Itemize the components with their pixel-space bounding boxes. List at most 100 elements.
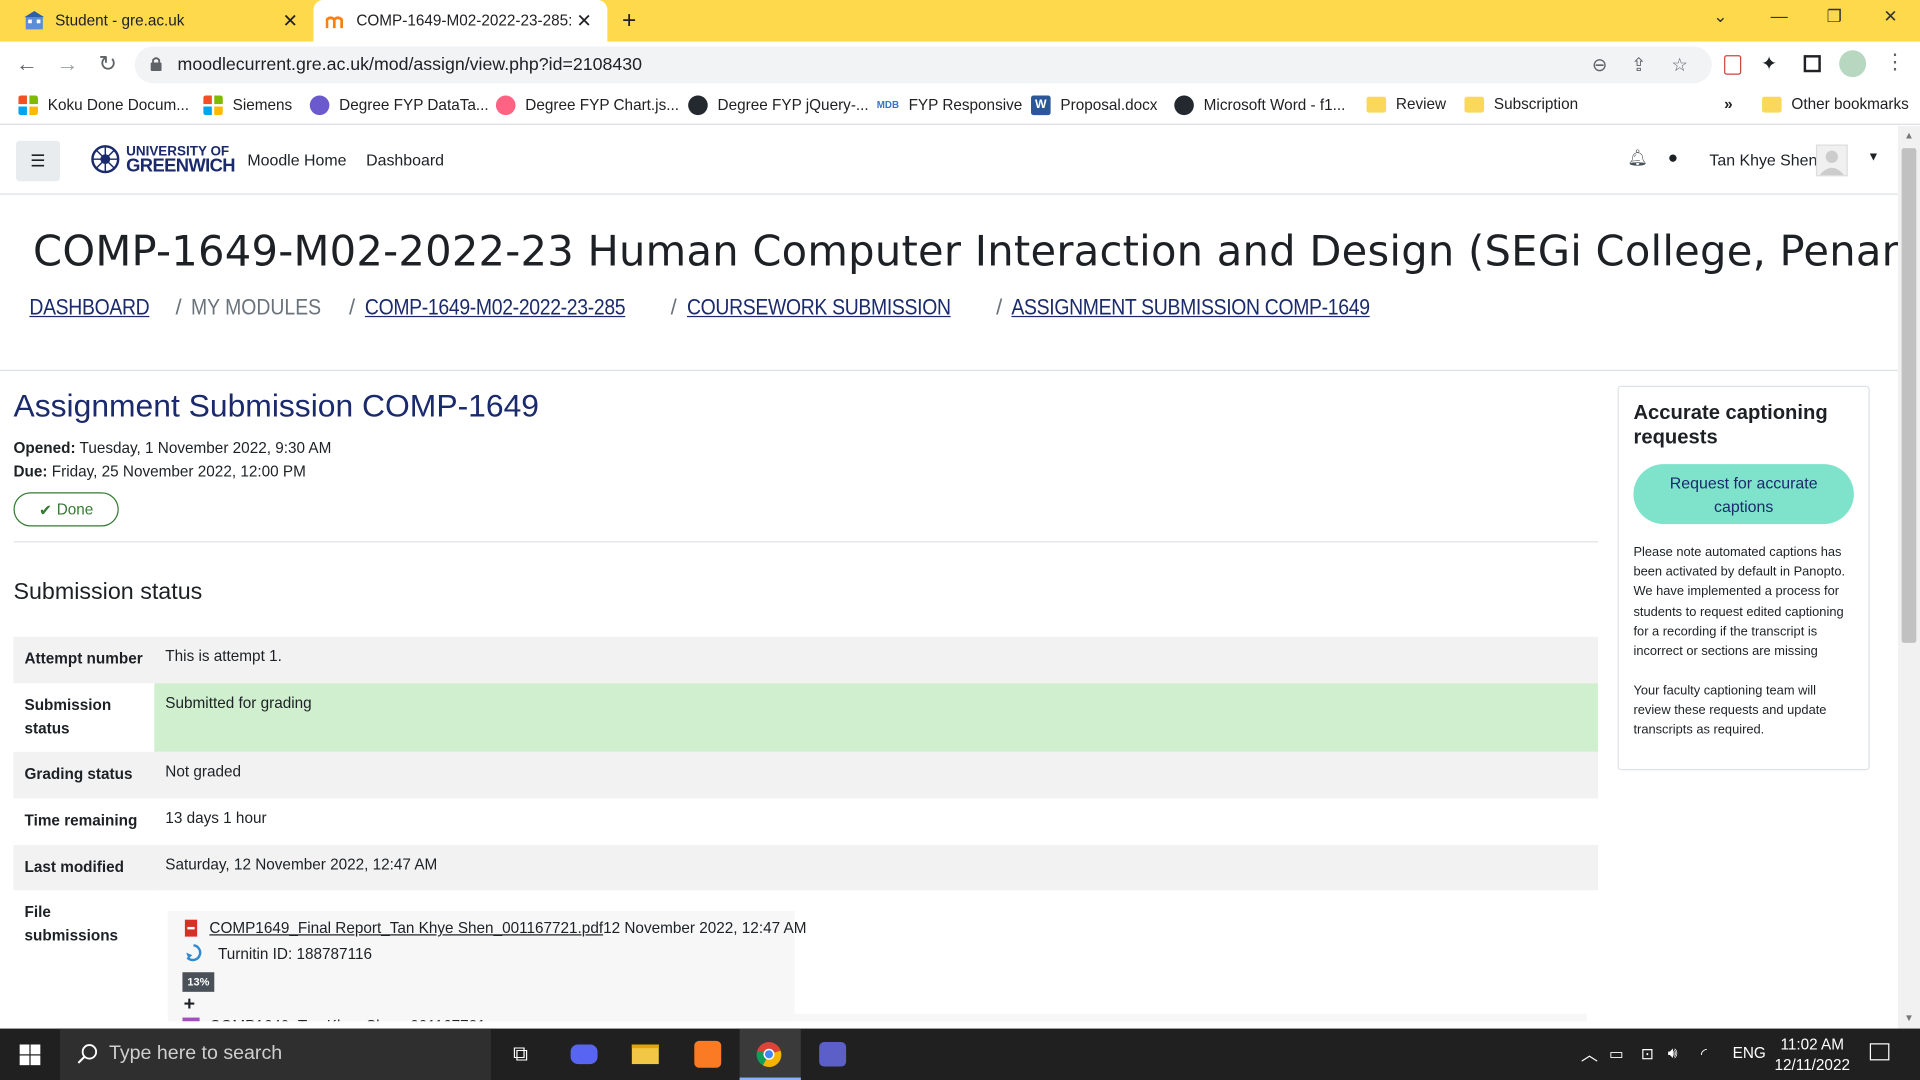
network-device-icon[interactable]: ⊡	[1641, 1044, 1654, 1063]
turnitin-id: Turnitin ID: 188787116	[217, 945, 372, 963]
moodle-navbar: ☰ UNIVERSITY OF GREENWICH Moodle Home Da…	[0, 126, 1898, 195]
extension-note-icon[interactable]	[1724, 55, 1742, 75]
github-icon	[1174, 95, 1194, 116]
bookmark-item[interactable]: Microsoft Word - f1...	[1174, 95, 1345, 116]
messages-chat-icon[interactable]: ●	[1668, 147, 1678, 167]
close-tab-icon[interactable]: ✕	[279, 10, 301, 32]
language-indicator[interactable]: ENG	[1733, 1044, 1766, 1061]
tray-overflow-chevron-icon[interactable]: ︿	[1581, 1042, 1598, 1066]
share-icon[interactable]: ⇪	[1631, 54, 1646, 76]
nav-moodle-home[interactable]: Moodle Home	[247, 151, 346, 169]
bookmark-item[interactable]: MDB FYP Responsive	[877, 96, 1023, 116]
browser-toolbar: ← → ↻ moodlecurrent.gre.ac.uk/mod/assign…	[0, 41, 1920, 89]
zoom-icon[interactable]: ⊖	[1592, 54, 1607, 76]
teams-icon[interactable]	[817, 1040, 849, 1069]
bookmark-item[interactable]: Review	[1366, 96, 1446, 113]
extensions-puzzle-icon[interactable]: ✦	[1761, 51, 1777, 75]
folder-icon	[1464, 96, 1485, 113]
user-name[interactable]: Tan Khye Shen	[1709, 151, 1817, 169]
request-captions-button[interactable]: Request for accurate captions	[1633, 464, 1854, 525]
table-row: Last modified Saturday, 12 November 2022…	[13, 844, 1598, 891]
user-menu-caret-icon[interactable]: ▼	[1867, 151, 1879, 164]
file-explorer-icon[interactable]	[629, 1040, 661, 1069]
file-date: 12 November 2022, 12:47 AM	[603, 919, 807, 937]
check-icon: ✔	[38, 501, 52, 519]
bookmark-item[interactable]: Subscription	[1464, 96, 1578, 113]
github-icon	[688, 95, 708, 116]
done-badge[interactable]: ✔ Done	[13, 492, 119, 527]
bookmarks-overflow-button[interactable]: »	[1724, 96, 1733, 113]
section-divider	[13, 541, 1598, 543]
wifi-icon[interactable]: ◜	[1701, 1044, 1707, 1063]
tab-moodle-assignment[interactable]: COMP-1649-M02-2022-23-285: / ✕	[313, 0, 608, 42]
file-item: COMP1649_Final Report_Tan Khye Shen_0011…	[182, 919, 807, 937]
mdb-icon: MDB	[876, 99, 900, 111]
folder-icon	[1366, 96, 1387, 113]
new-tab-icon[interactable]: +	[622, 7, 636, 35]
profile-avatar-icon[interactable]	[1839, 50, 1867, 78]
microsoft-logo-icon	[18, 95, 38, 116]
bookmark-item[interactable]: Degree FYP Chart.js...	[495, 95, 679, 116]
turnitin-row: Turnitin ID: 188787116	[185, 944, 372, 964]
task-view-icon[interactable]: ⧉	[504, 1040, 536, 1069]
chrome-taskbar-button[interactable]	[739, 1028, 801, 1080]
tab-search-chevron-icon[interactable]: ⌄	[1702, 6, 1739, 27]
side-panel-icon[interactable]	[1803, 55, 1821, 73]
microsoft-logo-icon	[203, 95, 223, 116]
university-logo[interactable]: UNIVERSITY OF GREENWICH	[91, 144, 236, 175]
scroll-up-arrow-icon[interactable]: ▲	[1904, 130, 1914, 141]
breadcrumb-separator: /	[349, 295, 356, 320]
taskbar-search[interactable]: Type here to search	[60, 1028, 492, 1080]
page-scrollbar[interactable]: ▲ ▼	[1897, 126, 1920, 1029]
scroll-down-arrow-icon[interactable]: ▼	[1904, 1013, 1914, 1024]
bookmark-item[interactable]: Siemens	[203, 95, 292, 116]
bookmark-item[interactable]: Degree FYP jQuery-...	[688, 95, 869, 116]
breadcrumb-coursework[interactable]: COURSEWORK SUBMISSION	[687, 295, 951, 321]
user-avatar[interactable]	[1815, 144, 1848, 177]
notifications-center-icon[interactable]	[1869, 1043, 1890, 1061]
chrome-menu-icon[interactable]: ⋮	[1884, 50, 1905, 74]
breadcrumb-course[interactable]: COMP-1649-M02-2022-23-285	[365, 295, 626, 321]
close-window-icon[interactable]: ✕	[1872, 6, 1909, 27]
word-icon: W	[1031, 95, 1051, 116]
block-title: Accurate captioning requests	[1633, 401, 1828, 449]
lock-icon	[150, 57, 162, 72]
tab-student[interactable]: Student - gre.ac.uk ✕	[12, 0, 313, 42]
windows-start-icon[interactable]	[19, 1044, 41, 1066]
bookmark-item[interactable]: Degree FYP DataTa...	[309, 95, 489, 116]
breadcrumb: DASHBOARD / MY MODULES / COMP-1649-M02-2…	[29, 295, 1419, 321]
pdf-file-link[interactable]: COMP1649_Final Report_Tan Khye Shen_0011…	[209, 920, 603, 937]
notifications-bell-icon[interactable]: 🔔︎	[1627, 148, 1647, 168]
expand-plus-icon[interactable]: +	[184, 994, 195, 1016]
breadcrumb-assignment[interactable]: ASSIGNMENT SUBMISSION COMP-1649	[1012, 295, 1371, 321]
url-text[interactable]: moodlecurrent.gre.ac.uk/mod/assign/view.…	[178, 55, 642, 75]
similarity-score-badge[interactable]: 13%	[182, 972, 215, 992]
bookmark-item[interactable]: W Proposal.docx	[1031, 95, 1157, 116]
submission-status-heading: Submission status	[13, 579, 203, 605]
restore-icon[interactable]: ❐	[1816, 6, 1853, 27]
other-bookmarks[interactable]: Other bookmarks	[1762, 96, 1909, 113]
reload-icon[interactable]: ↻	[94, 51, 121, 77]
battery-icon[interactable]: ▭	[1609, 1044, 1623, 1063]
opened-date: Opened: Tuesday, 1 November 2022, 9:30 A…	[13, 439, 332, 457]
close-tab-icon[interactable]: ✕	[573, 10, 595, 32]
volume-icon[interactable]: 🔊︎	[1668, 1044, 1678, 1062]
breadcrumb-dashboard[interactable]: DASHBOARD	[29, 295, 149, 321]
minimize-icon[interactable]: —	[1761, 6, 1798, 26]
xampp-icon[interactable]	[692, 1040, 724, 1069]
hamburger-menu-icon[interactable]: ☰	[15, 140, 61, 182]
discord-icon[interactable]	[568, 1040, 600, 1069]
back-arrow-icon[interactable]: ←	[13, 51, 40, 77]
nav-dashboard[interactable]: Dashboard	[366, 151, 444, 169]
header-divider	[0, 369, 1898, 372]
block-text: Please note automated captions has been …	[1633, 544, 1846, 659]
tab-title: Student - gre.ac.uk	[55, 12, 185, 30]
address-bar[interactable]: moodlecurrent.gre.ac.uk/mod/assign/view.…	[134, 46, 1712, 84]
breadcrumb-separator: /	[996, 295, 1003, 320]
forward-arrow-icon[interactable]: →	[54, 51, 81, 77]
scrollbar-thumb[interactable]	[1901, 148, 1917, 643]
clock[interactable]: 11:02 AM 12/11/2022	[1772, 1035, 1853, 1077]
bookmark-item[interactable]: Koku Done Docum...	[18, 95, 189, 116]
breadcrumb-separator: /	[175, 295, 182, 320]
bookmark-star-icon[interactable]: ☆	[1671, 54, 1687, 76]
